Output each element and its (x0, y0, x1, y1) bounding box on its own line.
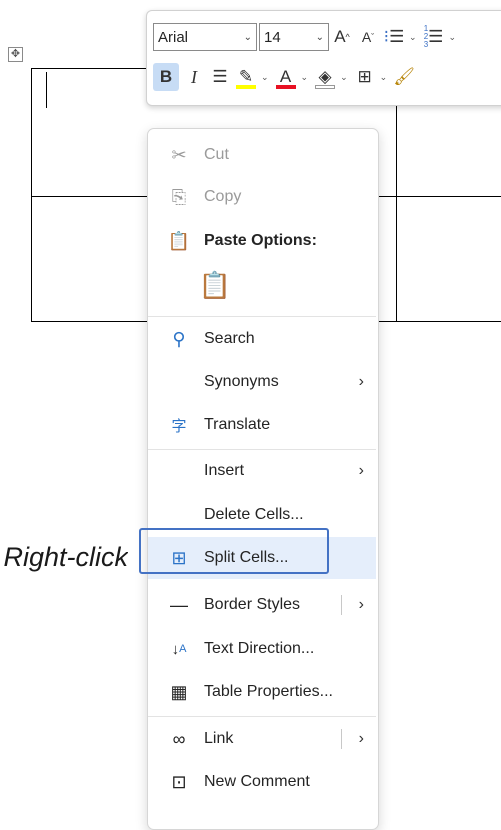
chevron-down-icon[interactable]: ⌄ (261, 72, 269, 83)
italic-button[interactable]: I (183, 63, 205, 91)
link-icon: ∞ (172, 728, 186, 749)
font-size-combobox[interactable]: 14 ⌄ (259, 23, 329, 51)
menu-item-label: Delete Cells... (204, 506, 304, 523)
menu-item-copy[interactable]: ⎘ Copy (148, 177, 376, 217)
table-properties-icon: ▦ (170, 681, 188, 702)
chevron-right-icon[interactable]: › (359, 596, 364, 614)
grow-font-icon: A (334, 27, 346, 46)
split-separator (341, 729, 342, 749)
border-icon: — (170, 594, 188, 615)
shading-button[interactable]: ◈ (314, 63, 336, 91)
clipboard-icon: 📋 (167, 230, 191, 251)
shading-swatch (315, 85, 336, 89)
menu-item-label: Paste Options: (204, 232, 317, 249)
menu-divider (148, 316, 376, 317)
menu-item-label: Border Styles (204, 596, 301, 613)
menu-item-insert[interactable]: Insert › (148, 451, 376, 491)
chevron-down-icon: ⌄ (243, 31, 252, 43)
right-click-annotation: Right-click (3, 542, 128, 572)
menu-item-label: Insert (204, 462, 245, 479)
center-align-icon: ☰ (212, 67, 228, 86)
menu-divider (148, 716, 376, 717)
bold-button[interactable]: B (153, 63, 179, 91)
menu-item-search[interactable]: ⚲ Search (148, 319, 376, 359)
split-separator (341, 595, 342, 615)
format-painter-icon: 🖌 (393, 67, 415, 86)
split-cells-focus-outline (139, 528, 329, 574)
chevron-down-icon[interactable]: ⌄ (449, 32, 457, 43)
format-painter-button[interactable]: 🖌 (393, 63, 415, 91)
menu-item-cut[interactable]: ✂ Cut (148, 135, 376, 175)
menu-item-paste-options: 📋 Paste Options: (148, 221, 376, 261)
numbering-button[interactable]: 1 2 3 ☰ (423, 23, 445, 51)
copy-icon: ⎘ (171, 186, 187, 207)
center-align-button[interactable]: ☰ (209, 63, 231, 91)
menu-item-link[interactable]: ∞ Link › (148, 719, 376, 759)
annotation-clip: Right-click (0, 536, 128, 576)
search-icon: ⚲ (172, 328, 186, 349)
highlight-swatch (236, 85, 256, 89)
grow-font-button[interactable]: A ^ (331, 23, 353, 51)
chevron-down-icon[interactable]: ⌄ (301, 72, 309, 83)
menu-item-label: Copy (204, 188, 242, 205)
font-color-button[interactable]: A (275, 63, 297, 91)
new-comment-icon: ⊡ (171, 771, 187, 792)
menu-item-text-direction[interactable]: ↓ A Text Direction... (148, 629, 376, 669)
font-name-combobox[interactable]: Arial ⌄ (153, 23, 257, 51)
scissors-icon: ✂ (171, 144, 187, 165)
highlighter-icon: ✎ (238, 67, 254, 86)
translate-icon: 字 (171, 417, 187, 435)
menu-item-border-styles[interactable]: — Border Styles › (148, 585, 376, 625)
menu-item-new-comment[interactable]: ⊡ New Comment (148, 762, 376, 802)
menu-item-label: Link (204, 730, 234, 747)
menu-item-label: Table Properties... (204, 683, 333, 700)
chevron-right-icon: › (358, 462, 364, 479)
shrink-font-button[interactable]: Aˇ (357, 23, 379, 51)
menu-divider (148, 449, 376, 450)
chevron-down-icon[interactable]: ⌄ (340, 72, 348, 83)
text-direction-icon: ↓ A (171, 640, 187, 658)
menu-item-label: Search (204, 330, 255, 347)
paint-bucket-icon: ◈ (318, 67, 332, 86)
font-color-icon: A (279, 67, 292, 86)
menu-item-synonyms[interactable]: Synonyms › (148, 362, 376, 402)
menu-item-translate[interactable]: 字 Translate (148, 405, 376, 445)
chevron-down-icon[interactable]: ⌄ (380, 72, 388, 83)
paste-clipboard-icon: 📋 (198, 269, 232, 300)
menu-item-label: New Comment (204, 773, 310, 790)
paste-keep-source-button[interactable]: 📋 (148, 265, 376, 305)
menu-item-label: Synonyms (204, 373, 279, 390)
chevron-down-icon: ⌄ (315, 31, 324, 43)
font-color-swatch (275, 85, 296, 89)
bullets-button[interactable]: ⁝ ☰ (383, 23, 405, 51)
menu-item-label: Cut (204, 146, 229, 163)
menu-item-label: Translate (204, 416, 271, 433)
chevron-right-icon[interactable]: › (359, 730, 364, 748)
highlight-button[interactable]: ✎ (235, 63, 257, 91)
context-menu: ✂ Cut ⎘ Copy 📋 Paste Options: 📋 ⚲ Search… (147, 128, 379, 830)
font-name-value: Arial (158, 28, 189, 46)
table-column-divider (396, 68, 397, 322)
font-size-value: 14 (264, 28, 281, 46)
borders-grid-icon: ⊞ (357, 67, 372, 86)
menu-item-table-properties[interactable]: ▦ Table Properties... (148, 672, 376, 712)
chevron-right-icon: › (358, 373, 364, 390)
table-move-handle-icon[interactable]: ✥ (8, 47, 23, 62)
menu-item-label: Text Direction... (204, 640, 315, 657)
shrink-font-icon: A (361, 29, 372, 45)
borders-button[interactable]: ⊞ (354, 63, 376, 91)
chevron-down-icon[interactable]: ⌄ (409, 32, 417, 43)
mini-toolbar: Arial ⌄ 14 ⌄ A ^ Aˇ ⁝ ☰ ⌄ 1 2 3 ☰ ⌄ B I ☰ ✎ ⌄… (146, 10, 501, 106)
text-cursor (46, 72, 47, 108)
